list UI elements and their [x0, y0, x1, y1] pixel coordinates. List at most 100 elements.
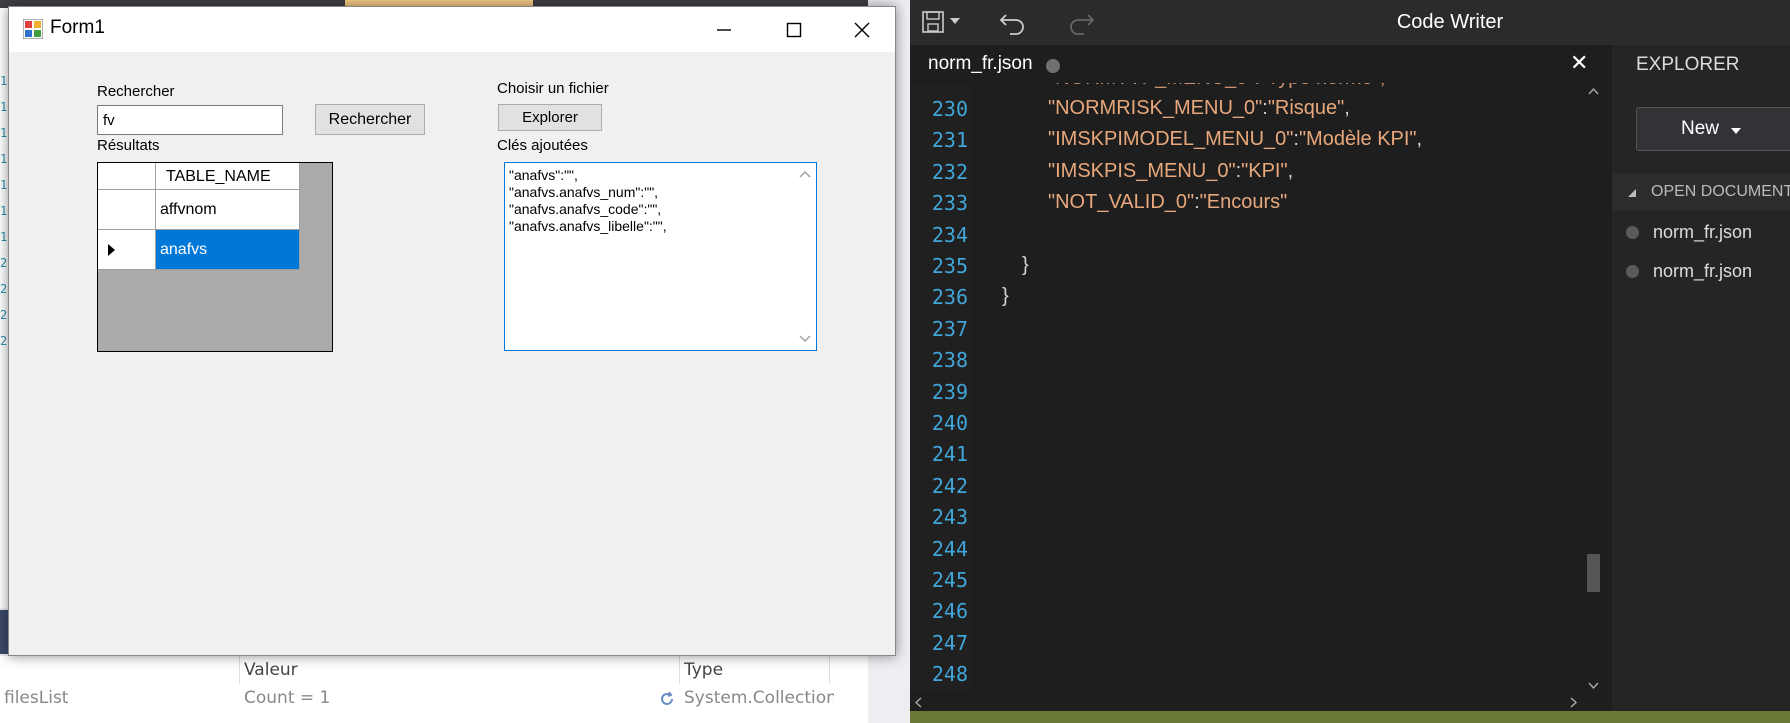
document-name: norm_fr.json	[1653, 222, 1753, 242]
json-key: "NORMRISK_MENU_0"	[1048, 97, 1263, 119]
form-client-area: Rechercher Rechercher Résultats TABLE_NA…	[9, 52, 895, 655]
line-number: 248	[931, 662, 968, 687]
grid-row-header[interactable]	[98, 190, 156, 230]
status-bar	[910, 711, 1790, 723]
unsaved-dot-icon	[1046, 59, 1060, 73]
line-number: 232	[931, 159, 968, 184]
closing-brace: }	[1022, 254, 1029, 276]
closing-brace: }	[1002, 285, 1009, 308]
results-grid[interactable]: TABLE_NAME affvnom anafvs	[97, 162, 333, 352]
code-line: "NOT_VALID_0":"Encours"	[1048, 191, 1287, 214]
locals-type-cell: System.Collection:	[684, 688, 834, 708]
chevron-down-icon[interactable]	[1731, 128, 1741, 135]
scroll-up-icon[interactable]	[1588, 87, 1599, 95]
line-number: 245	[931, 568, 968, 592]
explorer-title: EXPLORER	[1636, 54, 1740, 75]
grid-corner-header[interactable]	[98, 163, 156, 190]
refresh-icon[interactable]	[658, 690, 676, 708]
locals-type-column[interactable]: Type	[680, 656, 830, 684]
close-button[interactable]	[827, 7, 897, 52]
vs-locals-window: Valeur Type filesList Count = 1 System.C…	[0, 656, 910, 723]
search-label: Rechercher	[97, 83, 175, 100]
scroll-down-icon[interactable]	[1588, 682, 1599, 690]
line-number: 239	[931, 379, 968, 404]
grid-row-header-selected[interactable]	[98, 230, 156, 270]
added-keys-textarea[interactable]: "anafvs":"", "anafvs.anafvs_num":"", "an…	[504, 162, 817, 351]
line-number: 244	[931, 536, 968, 561]
vs-line-digit: 1	[0, 126, 8, 140]
line-number: 233	[931, 191, 968, 216]
form-app-icon	[23, 19, 43, 39]
keys-line: "anafvs.anafvs_code":"",	[509, 201, 662, 217]
vs-line-digit: 2	[0, 256, 8, 270]
grid-cell-row-1[interactable]: affvnom	[156, 190, 300, 230]
locals-value-column[interactable]: Valeur	[240, 656, 680, 684]
tab-norm-fr-json[interactable]: norm_fr.json	[928, 53, 1033, 75]
browse-button[interactable]: Explorer	[498, 104, 602, 131]
vs-line-digit: 2	[0, 334, 8, 348]
new-button-label[interactable]: New	[1681, 118, 1719, 140]
line-number: 246	[931, 599, 968, 624]
form-title-bar[interactable]: Form1	[9, 7, 895, 52]
document-dot-icon	[1626, 265, 1639, 278]
line-number: 238	[931, 348, 968, 373]
collapse-triangle-icon[interactable]	[1627, 188, 1637, 198]
keys-scrollbar[interactable]	[794, 163, 816, 350]
vs-line-digit: 1	[0, 178, 8, 192]
keys-line: "anafvs":"",	[509, 167, 578, 183]
chevron-down-icon[interactable]	[950, 18, 960, 26]
form-title: Form1	[50, 17, 105, 38]
editor-horizontal-scrollbar[interactable]	[910, 693, 1585, 711]
scroll-down-icon	[799, 335, 811, 343]
scroll-right-icon[interactable]	[1570, 697, 1578, 708]
close-icon	[854, 22, 870, 37]
locals-value-cell: Count = 1	[244, 688, 331, 708]
json-value: "Modèle KPI"	[1298, 128, 1417, 151]
line-number: 237	[931, 316, 968, 341]
line-number: 235	[931, 254, 968, 278]
added-keys-label: Clés ajoutées	[497, 137, 588, 154]
code-line: "IMSKPIMODEL_MENU_0":"Modèle KPI",	[1048, 128, 1422, 151]
editor-vertical-scrollbar[interactable]	[1585, 83, 1602, 698]
redo-icon[interactable]	[1068, 9, 1096, 35]
scroll-thumb[interactable]	[1587, 554, 1600, 592]
vs-line-digit: 1	[0, 74, 8, 88]
form1-window: Form1 Rechercher Rechercher Résultats TA…	[8, 6, 896, 656]
search-button[interactable]: Rechercher	[315, 104, 425, 135]
grid-column-header[interactable]: TABLE_NAME	[156, 163, 300, 190]
row-pointer-icon	[108, 244, 115, 256]
json-trailing-comma: ,	[1416, 128, 1423, 151]
document-name: norm_fr.json	[1653, 261, 1753, 281]
line-number: 234	[931, 222, 968, 247]
grid-cell-row-2-selected[interactable]: anafvs	[156, 230, 300, 270]
line-number: 241	[931, 442, 968, 467]
keys-line: "anafvs.anafvs_libelle":"",	[509, 218, 667, 234]
app-title: Code Writer	[1396, 11, 1504, 33]
line-number: 236	[931, 285, 968, 310]
minimize-button[interactable]	[689, 7, 759, 52]
vs-line-digit: 1	[0, 100, 8, 114]
open-document-item[interactable]: norm_fr.json	[1626, 222, 1752, 243]
line-number: 231	[931, 128, 968, 153]
tab-close-icon[interactable]: ✕	[1570, 51, 1588, 76]
scroll-left-icon[interactable]	[914, 697, 922, 708]
locals-name-cell[interactable]: filesList	[4, 688, 68, 708]
json-key: "IMSKPIMODEL_MENU_0"	[1048, 128, 1294, 151]
json-value: "Risque"	[1267, 97, 1345, 119]
maximize-icon	[786, 22, 802, 37]
code-editor[interactable]: "NORMTYP_MENU_0":"Type norme", 230 231 232…	[910, 83, 1602, 698]
vs-line-digit: 1	[0, 204, 8, 218]
save-icon[interactable]	[922, 11, 946, 33]
vs-line-digit: 2	[0, 308, 8, 322]
undo-icon[interactable]	[998, 9, 1026, 35]
vs-line-digit: 2	[0, 282, 8, 296]
keys-line: "anafvs.anafvs_num":"",	[509, 184, 659, 200]
open-document-item[interactable]: norm_fr.json	[1626, 261, 1752, 282]
line-number: 230	[931, 97, 968, 121]
vs-line-digit: 1	[0, 230, 8, 244]
search-input[interactable]	[97, 105, 283, 135]
scroll-up-icon	[799, 170, 811, 178]
maximize-button[interactable]	[759, 7, 829, 52]
json-value: "Encours"	[1199, 191, 1288, 214]
results-label: Résultats	[97, 137, 160, 154]
